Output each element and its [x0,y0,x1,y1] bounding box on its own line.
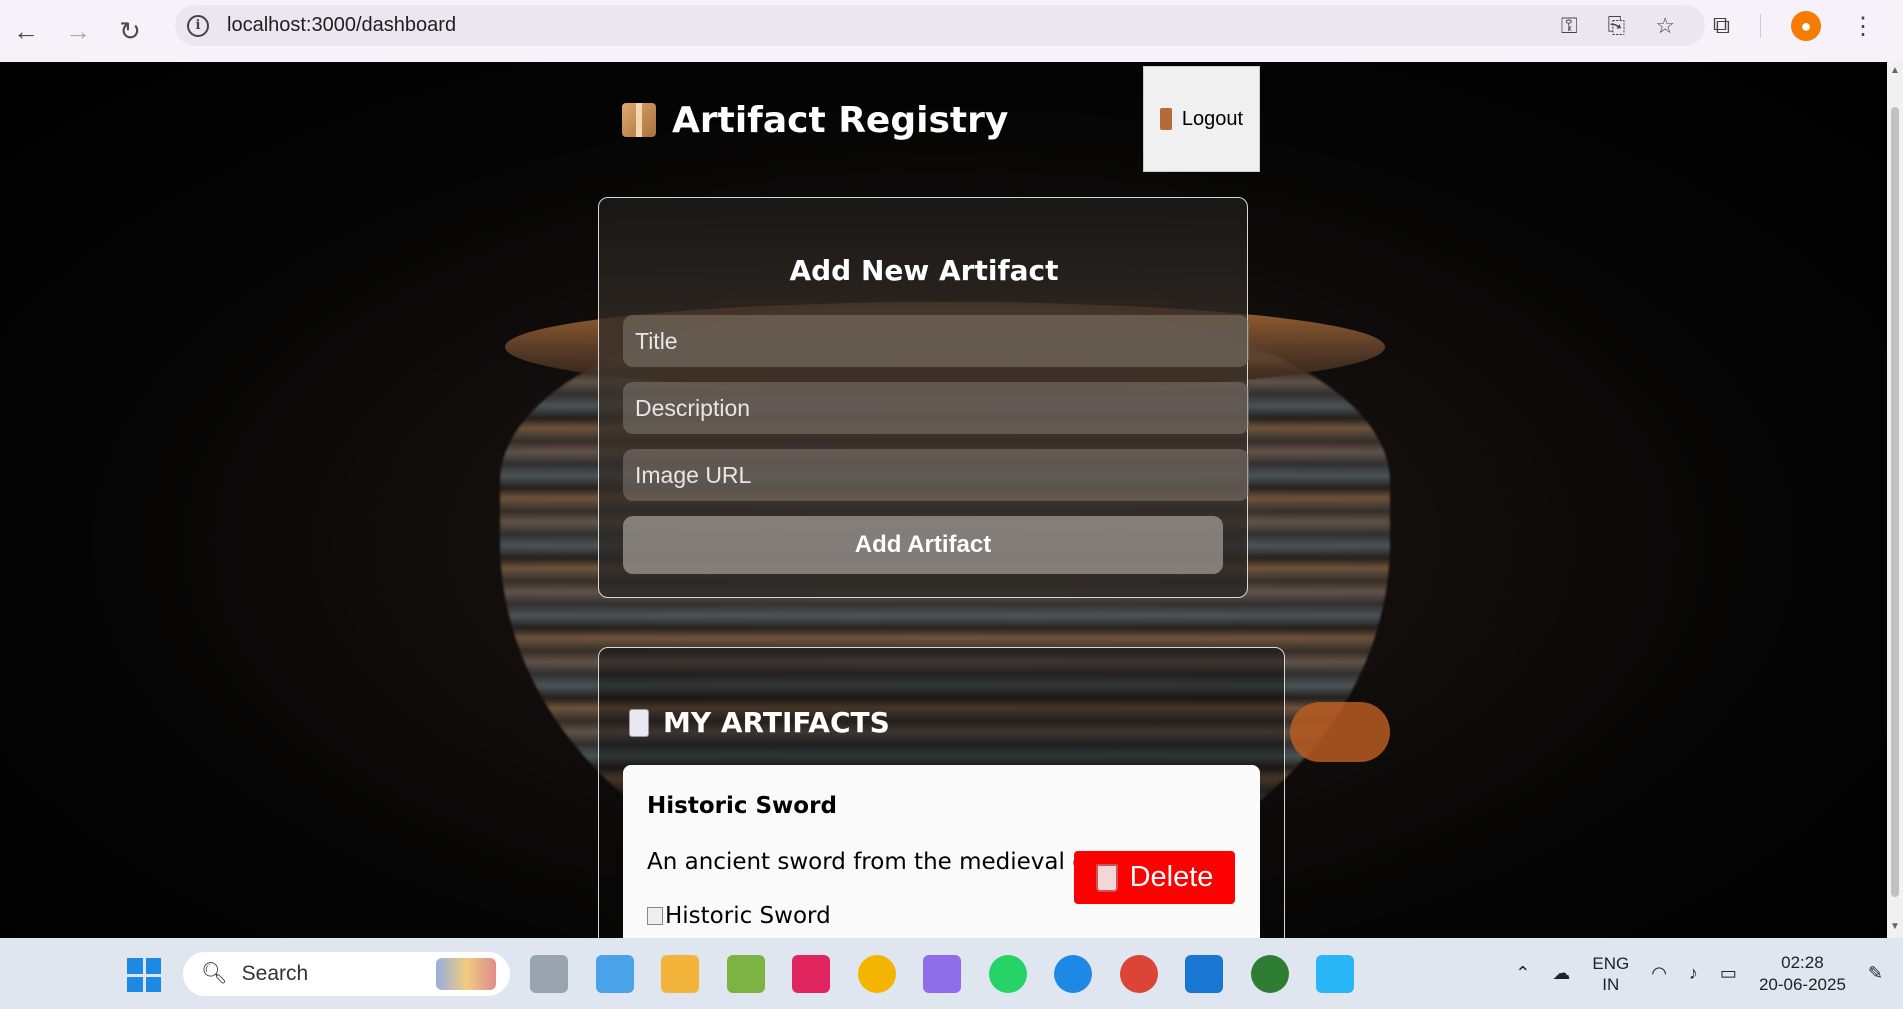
address-bar[interactable]: i localhost:3000/dashboard ⚿ ⎘ ☆ [175,5,1705,46]
delete-artifact-button[interactable]: Delete [1074,851,1235,904]
artifact-image: Historic Sword [647,903,831,929]
scroll-icon [629,708,649,737]
system-tray: ⌃ ☁ ENG IN ◠ ♪ ▭ 02:28 20-06-2025 ✎ [1515,938,1883,1009]
volume-icon[interactable]: ♪ [1689,963,1698,984]
extensions-icon[interactable]: ⧉ [1713,12,1730,40]
whatsapp-icon[interactable] [989,955,1027,993]
windows-taskbar: 🔍︎ Search ⌃ ☁ ENG IN ◠ ♪ ▭ 02:28 20-06-2… [0,938,1903,1009]
page-scrollbar[interactable]: ▲ ▼ [1887,62,1903,938]
site-info-icon[interactable]: i [187,14,209,37]
door-icon [1159,108,1172,130]
package-icon [622,103,656,137]
language-region: IN [1602,974,1620,994]
search-highlight-icon [436,958,496,990]
store-icon[interactable] [596,955,634,993]
add-artifact-form: Add New Artifact Add Artifact [598,197,1249,598]
mongodb-icon[interactable] [1251,955,1289,993]
search-icon: 🔍︎ [201,962,228,985]
copilot-icon[interactable] [923,955,961,993]
form-title: Add New Artifact [789,254,1059,287]
browser-toolbar: ← → ↻ i localhost:3000/dashboard ⚿ ⎘ ☆ ⧉… [0,0,1903,62]
battery-icon[interactable]: ▭ [1720,963,1737,984]
profile-avatar-icon[interactable]: ● [1791,11,1821,41]
notepad-icon[interactable] [1316,955,1354,993]
broken-image-icon [647,907,663,925]
add-artifact-button[interactable]: Add Artifact [623,516,1223,574]
scroll-thumb[interactable] [1891,107,1899,897]
install-app-icon[interactable]: ⎘ [1608,13,1626,39]
artifact-title: Historic Sword [647,793,837,819]
artifact-image-alt: Historic Sword [665,903,831,929]
language-code: ENG [1592,953,1630,973]
pocket-icon[interactable] [792,955,830,993]
clock-time: 02:28 [1781,952,1824,972]
back-arrow-icon[interactable]: ← [0,5,52,57]
file-explorer-icon[interactable] [661,955,699,993]
windows-start-icon[interactable] [127,958,161,992]
language-indicator[interactable]: ENG IN [1592,953,1629,995]
logout-button[interactable]: Logout [1143,66,1260,172]
cloud-icon[interactable]: ☁ [1552,963,1570,984]
artifact-description: An ancient sword from the medieval era. [647,849,1118,875]
toolbar-divider [1760,14,1761,38]
page-title: Artifact Registry [622,95,1008,145]
logout-label: Logout [1181,107,1244,130]
edge-icon[interactable] [1054,955,1092,993]
url-text[interactable]: localhost:3000/dashboard [227,14,456,37]
title-input[interactable] [623,315,1249,367]
page-title-text: Artifact Registry [672,99,1009,141]
scroll-up-icon[interactable]: ▲ [1890,66,1900,76]
trash-icon [1095,863,1118,892]
chrome-active-icon[interactable] [1120,955,1158,993]
bookmark-star-icon[interactable]: ☆ [1655,13,1675,39]
delete-label: Delete [1129,861,1214,893]
artifact-card: Historic Sword An ancient sword from the… [623,765,1260,965]
more-menu-icon[interactable]: ⋮ [1851,12,1875,41]
forward-arrow-icon[interactable]: → [52,5,104,57]
vscode-icon[interactable] [1185,955,1223,993]
taskbar-search[interactable]: 🔍︎ Search [183,952,510,996]
my-artifacts-heading: MY ARTIFACTS [629,706,890,739]
background-pot-handle [1290,702,1390,762]
my-artifacts-panel: MY ARTIFACTS Historic Sword An ancient s… [598,647,1285,965]
wifi-icon[interactable]: ◠ [1651,963,1667,984]
taskbar-search-label: Search [241,962,309,985]
chrome-icon[interactable] [858,955,896,993]
reload-icon[interactable]: ↻ [104,5,156,57]
key-icon[interactable]: ⚿ [1561,13,1578,39]
clock-date: 20-06-2025 [1758,974,1846,994]
clock[interactable]: 02:28 20-06-2025 [1759,952,1846,996]
my-artifacts-heading-text: MY ARTIFACTS [663,706,890,739]
task-view-icon[interactable] [530,955,568,993]
chevron-up-icon[interactable]: ⌃ [1515,963,1530,984]
notification-icon[interactable]: ✎ [1868,963,1883,984]
scroll-down-icon[interactable]: ▼ [1890,922,1900,932]
image-url-input[interactable] [623,449,1249,501]
description-input[interactable] [623,382,1249,434]
office-icon[interactable] [727,955,765,993]
